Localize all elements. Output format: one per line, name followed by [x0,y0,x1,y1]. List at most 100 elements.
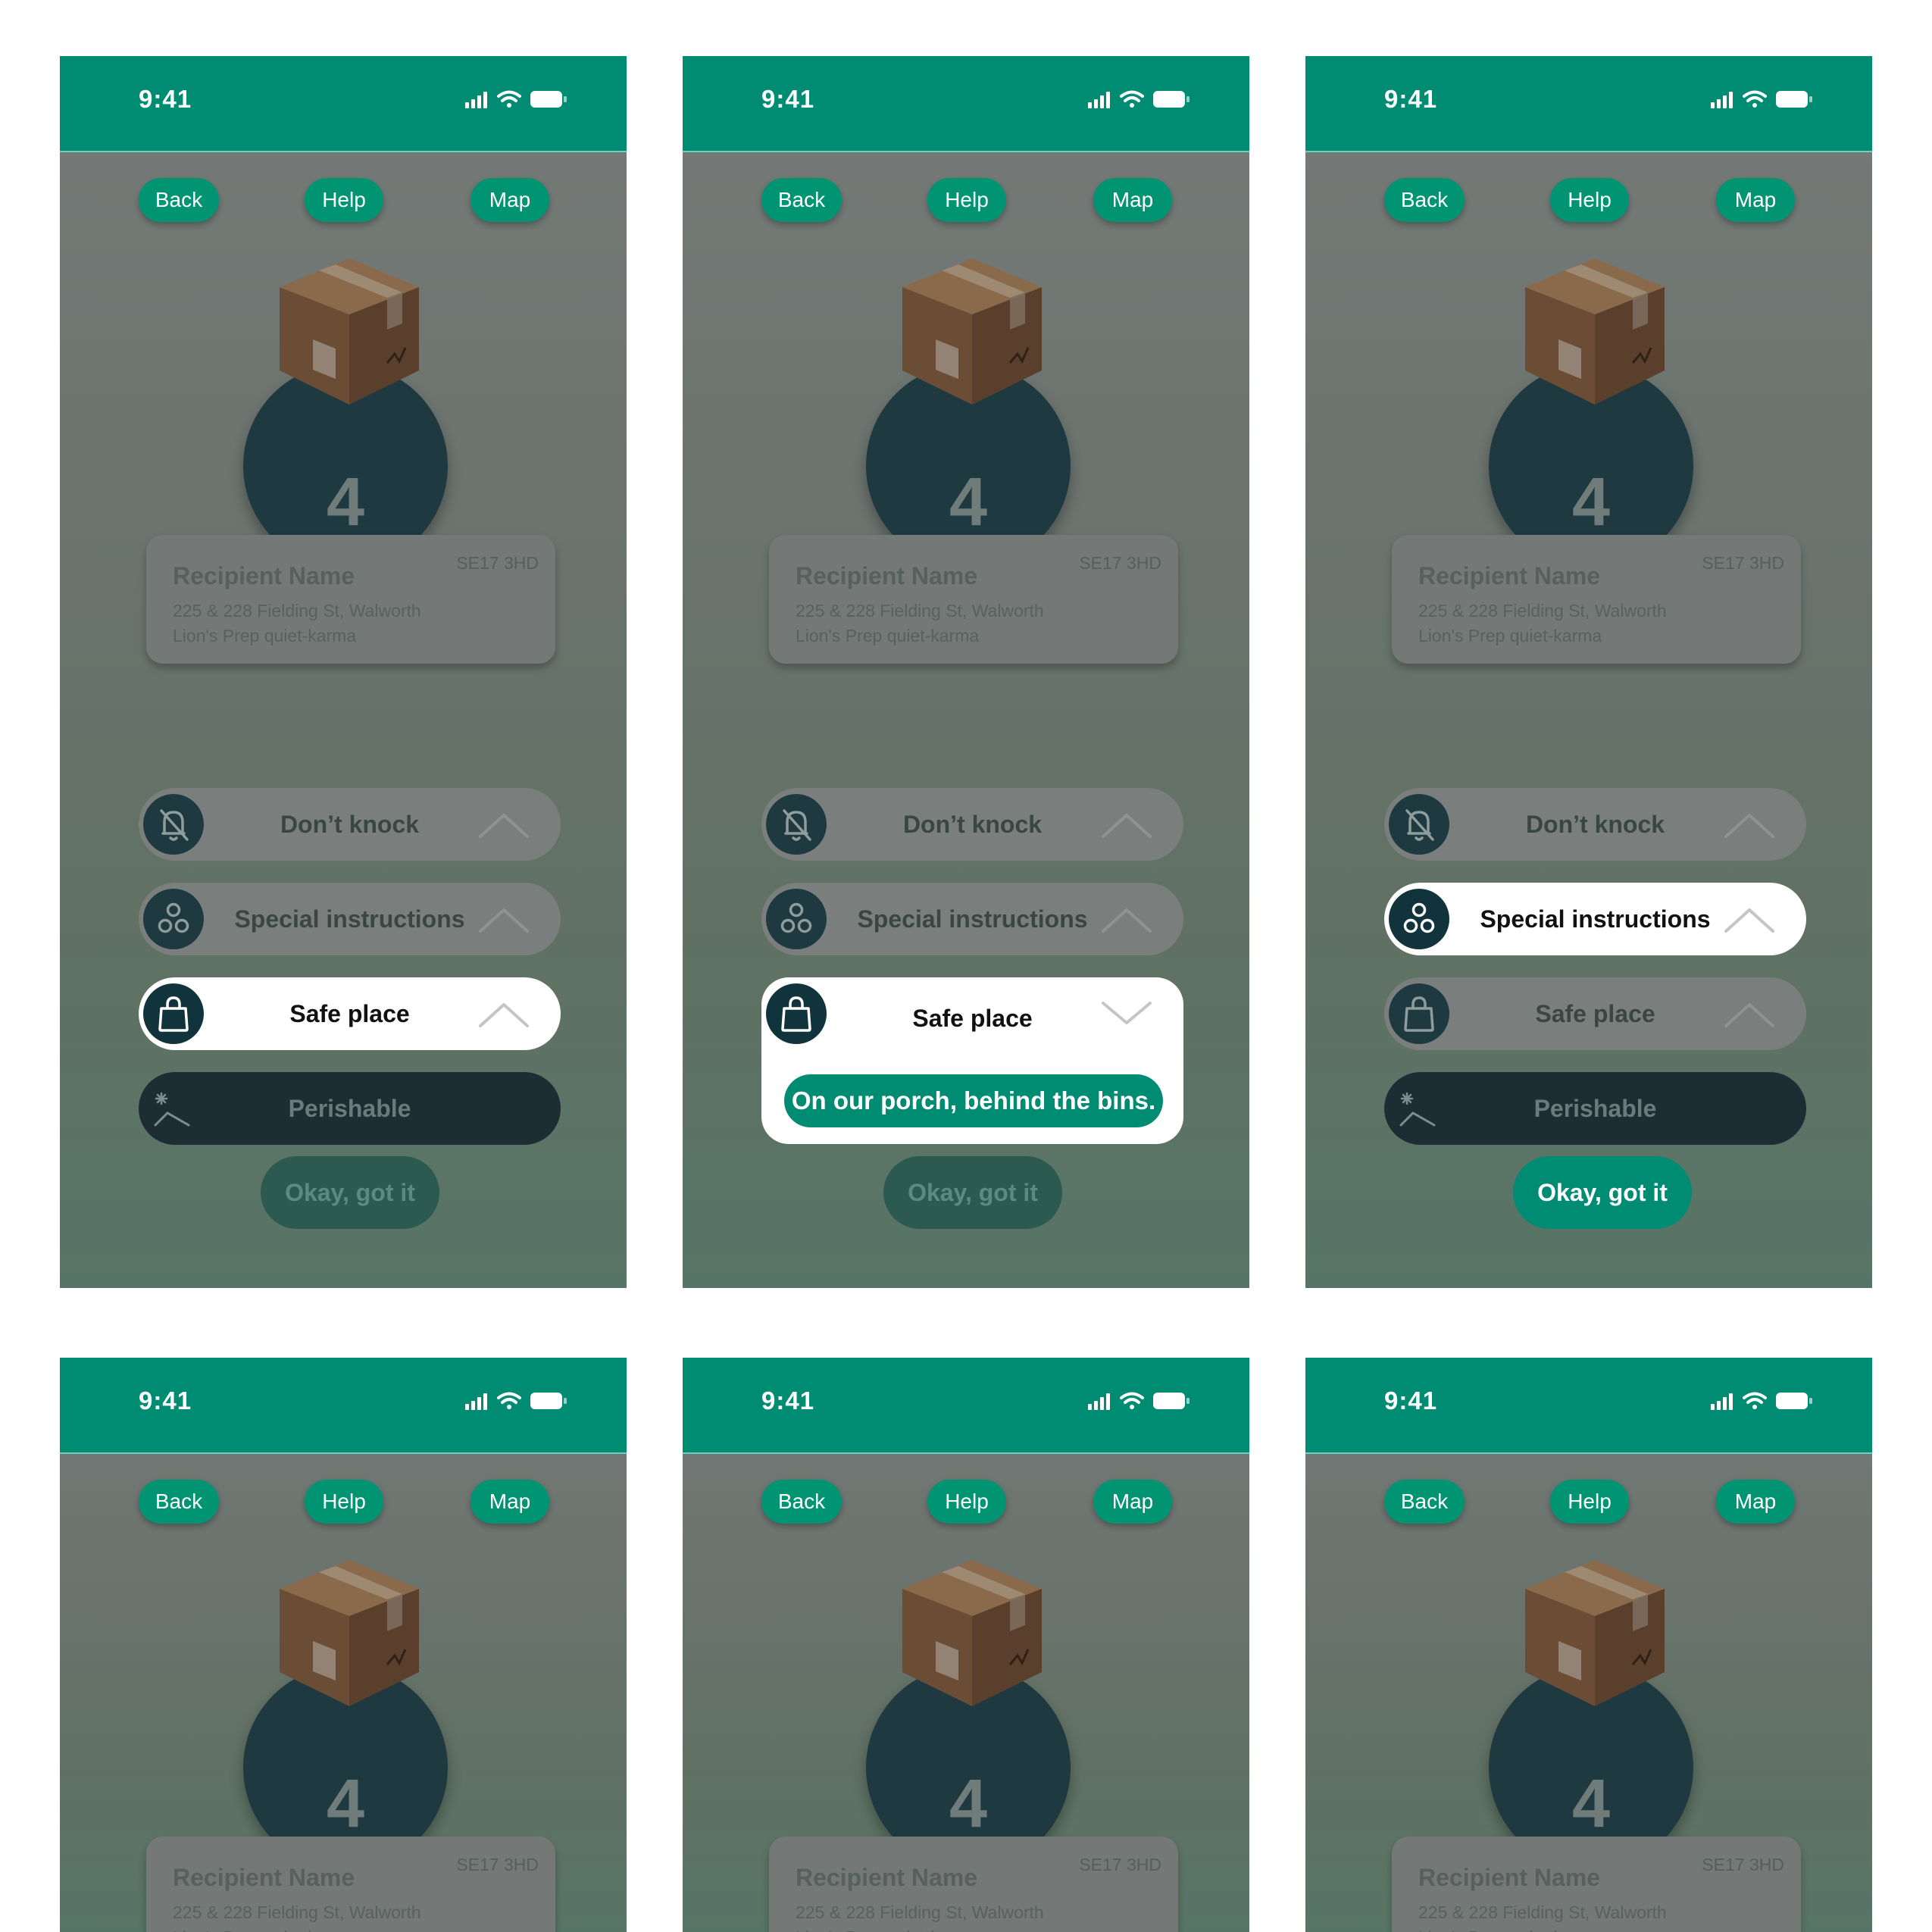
battery-icon [1776,1393,1812,1409]
recipient-address-line2: Lion's Prep quiet-karma [796,626,980,646]
battery-icon [1153,91,1190,108]
option-dont-knock-label: Don’t knock [280,811,420,838]
battery-icon [1776,91,1812,108]
recipient-postcode: SE17 3HD [1702,1855,1784,1874]
status-bar: 9:41 [60,56,627,152]
wifi-icon [1743,90,1767,108]
help-button[interactable]: Help [927,1480,1006,1524]
help-button[interactable]: Help [305,178,383,222]
recipient-address-line1: 225 & 228 Fielding St, Walworth [173,1902,421,1922]
recipient-name: Recipient Name [173,562,355,589]
recipient-card: Recipient Name SE17 3HD 225 & 228 Fieldi… [769,1837,1178,1932]
stop-number: 4 [949,1766,988,1842]
cellular-signal-icon [1711,92,1733,108]
recipient-card: Recipient Name SE17 3HD 225 & 228 Fieldi… [769,535,1178,664]
wifi-icon [1120,1392,1144,1409]
recipient-postcode: SE17 3HD [1079,553,1161,573]
recipient-postcode: SE17 3HD [456,553,539,573]
back-button[interactable]: Back [761,1480,842,1524]
back-button[interactable]: Back [761,178,842,222]
back-button[interactable]: Back [139,1480,219,1524]
package-box-icon [280,1560,419,1706]
option-safe-place[interactable]: Safe place [139,977,561,1050]
map-button[interactable]: Map [1093,178,1172,222]
option-safe-place[interactable]: Safe place On our porch, behind the bins… [761,977,1183,1144]
stop-number: 4 [326,464,365,540]
status-time: 9:41 [139,1386,192,1415]
option-safe-place-icon-circle [143,983,204,1044]
option-special-instructions-icon-circle [1389,889,1449,949]
option-dont-knock-icon-circle [1389,794,1449,855]
recipient-address-line1: 225 & 228 Fielding St, Walworth [796,1902,1044,1922]
map-button[interactable]: Map [1093,1480,1172,1524]
status-bar: 9:41 [1305,56,1872,152]
option-safe-place-label: Safe place [1535,1000,1655,1027]
okay-got-it-button[interactable]: Okay, got it [1513,1156,1692,1229]
stop-number: 4 [1571,1766,1611,1842]
cellular-signal-icon [1088,1393,1110,1410]
option-dont-knock-icon-circle [766,794,827,855]
wifi-icon [1120,90,1144,108]
phone-screen: 9:41 Back Help Map 4 Recipient Name SE17… [1305,56,1872,1288]
status-bar: 9:41 [683,1358,1249,1454]
option-special-instructions[interactable]: Special instructions [761,883,1183,955]
three-circles-icon [158,902,189,933]
bell-off-icon [160,809,189,841]
help-button[interactable]: Help [305,1480,383,1524]
recipient-address-line2: Lion's Prep quiet-karma [1418,626,1602,646]
recipient-name: Recipient Name [796,1864,978,1891]
option-dont-knock[interactable]: Don’t knock [1384,788,1806,861]
status-bar: 9:41 [683,56,1249,152]
option-perishable[interactable]: Perishable [1384,1072,1806,1145]
map-button[interactable]: Map [1716,178,1795,222]
help-button[interactable]: Help [927,178,1006,222]
chevron-up-icon [1724,908,1774,933]
package-box-icon [902,1560,1042,1706]
chevron-up-icon [1102,908,1152,933]
option-safe-place[interactable]: Safe place [1384,977,1806,1050]
help-button[interactable]: Help [1550,1480,1629,1524]
status-bar: 9:41 [1305,1358,1872,1454]
map-button[interactable]: Map [470,1480,549,1524]
recipient-name: Recipient Name [1418,1864,1601,1891]
chevron-up-icon [1724,1003,1774,1027]
recipient-name: Recipient Name [1418,562,1601,589]
option-dont-knock[interactable]: Don’t knock [761,788,1183,861]
okay-got-it-button[interactable]: Okay, got it [883,1156,1062,1229]
option-special-instructions[interactable]: Special instructions [139,883,561,955]
shopping-bag-icon [781,996,811,1032]
option-dont-knock[interactable]: Don’t knock [139,788,561,861]
recipient-address-line2: Lion's Prep quiet-karma [173,1927,356,1932]
status-icons [1711,1392,1812,1410]
package-box-icon [280,258,419,405]
option-special-instructions[interactable]: Special instructions [1384,883,1806,955]
package-box-icon [1525,1560,1665,1706]
phone-screen: 9:41 Back Help Map 4 Recipient Name SE17… [683,1358,1249,1932]
status-icons [1088,1392,1190,1410]
stop-number: 4 [326,1766,365,1842]
chevron-up-icon [479,1003,529,1027]
okay-got-it-button[interactable]: Okay, got it [261,1156,439,1229]
three-circles-icon [780,902,812,933]
map-button[interactable]: Map [470,178,549,222]
option-special-instructions-label: Special instructions [234,905,465,933]
option-dont-knock-icon-circle [143,794,204,855]
back-button[interactable]: Back [1384,178,1465,222]
option-perishable-label: Perishable [288,1095,411,1122]
back-button[interactable]: Back [139,178,219,222]
cellular-signal-icon [465,1393,487,1410]
chevron-up-icon [479,814,529,838]
map-button[interactable]: Map [1716,1480,1795,1524]
chevron-up-icon [1724,814,1774,838]
cellular-signal-icon [465,92,487,108]
option-dont-knock-label: Don’t knock [902,811,1043,838]
recipient-address-line2: Lion's Prep quiet-karma [173,626,357,646]
help-button[interactable]: Help [1550,178,1629,222]
option-perishable[interactable]: Perishable [139,1072,561,1145]
status-time: 9:41 [1384,85,1438,113]
three-circles-icon [1403,902,1435,933]
status-icons [465,1392,567,1410]
battery-icon [530,1393,567,1409]
status-time: 9:41 [761,85,815,113]
back-button[interactable]: Back [1384,1480,1465,1524]
